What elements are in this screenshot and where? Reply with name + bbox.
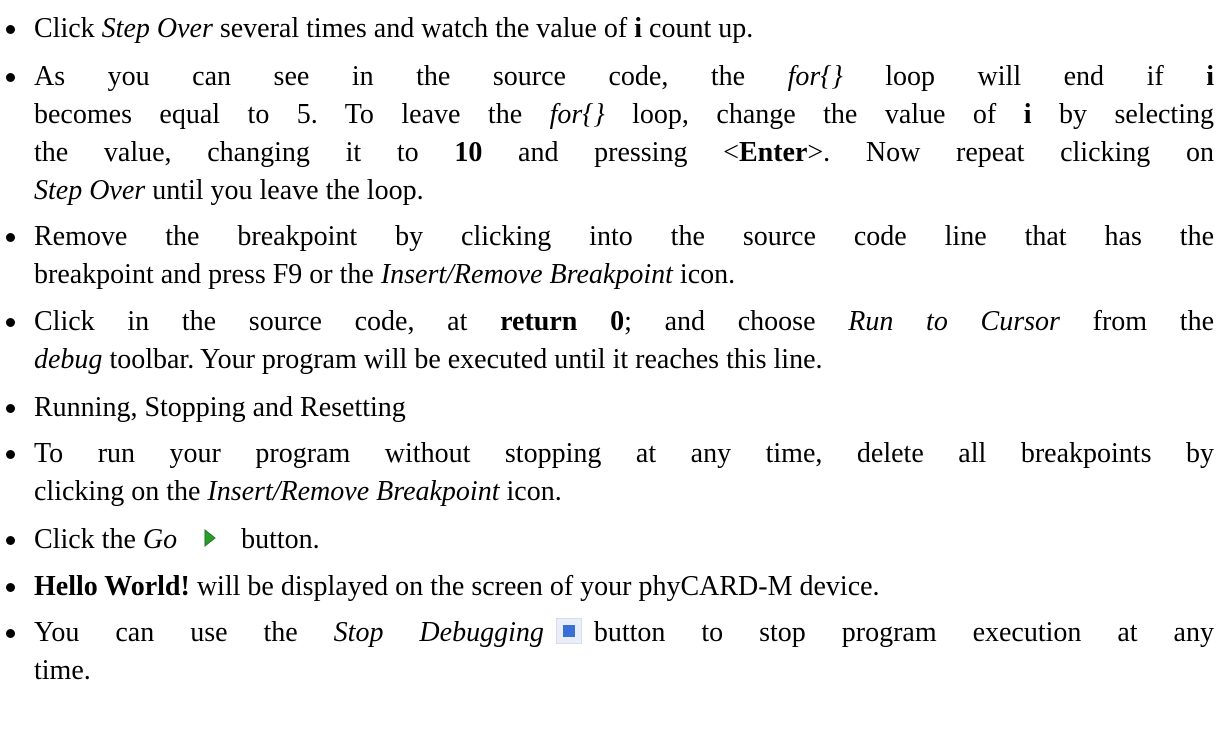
list-item-text: As you can see in the source code, the f… <box>34 61 1214 206</box>
list-item-text: You can use the Stop Debugging button to … <box>34 617 1214 686</box>
stop-debugging-icon[interactable] <box>555 618 582 644</box>
bullet-dot <box>6 450 15 459</box>
bullet-dot <box>6 233 15 242</box>
bullet-dot <box>6 73 15 82</box>
list-item-text: Remove the breakpoint by clicking into t… <box>34 221 1214 290</box>
bullet-dot <box>6 318 15 327</box>
bullet-dot <box>6 404 15 413</box>
list-item-text: Running, Stopping and Resetting <box>34 392 406 423</box>
document-page: Click Step Over several times and watch … <box>0 0 1226 731</box>
bullet-dot <box>6 536 15 545</box>
go-play-icon[interactable] <box>196 525 223 551</box>
bullet-dot <box>6 25 15 34</box>
list-item-text: Click Step Over several times and watch … <box>34 13 754 44</box>
list-item-text: To run your program without stopping at … <box>34 438 1214 507</box>
bullet-dot <box>6 629 15 638</box>
list-item-text: Hello World! will be displayed on the sc… <box>34 571 880 602</box>
list-item-text: Click the Go button. <box>34 524 320 555</box>
bullet-dot <box>6 583 15 592</box>
list-item-text: Click in the source code, at return 0; a… <box>34 306 1214 375</box>
